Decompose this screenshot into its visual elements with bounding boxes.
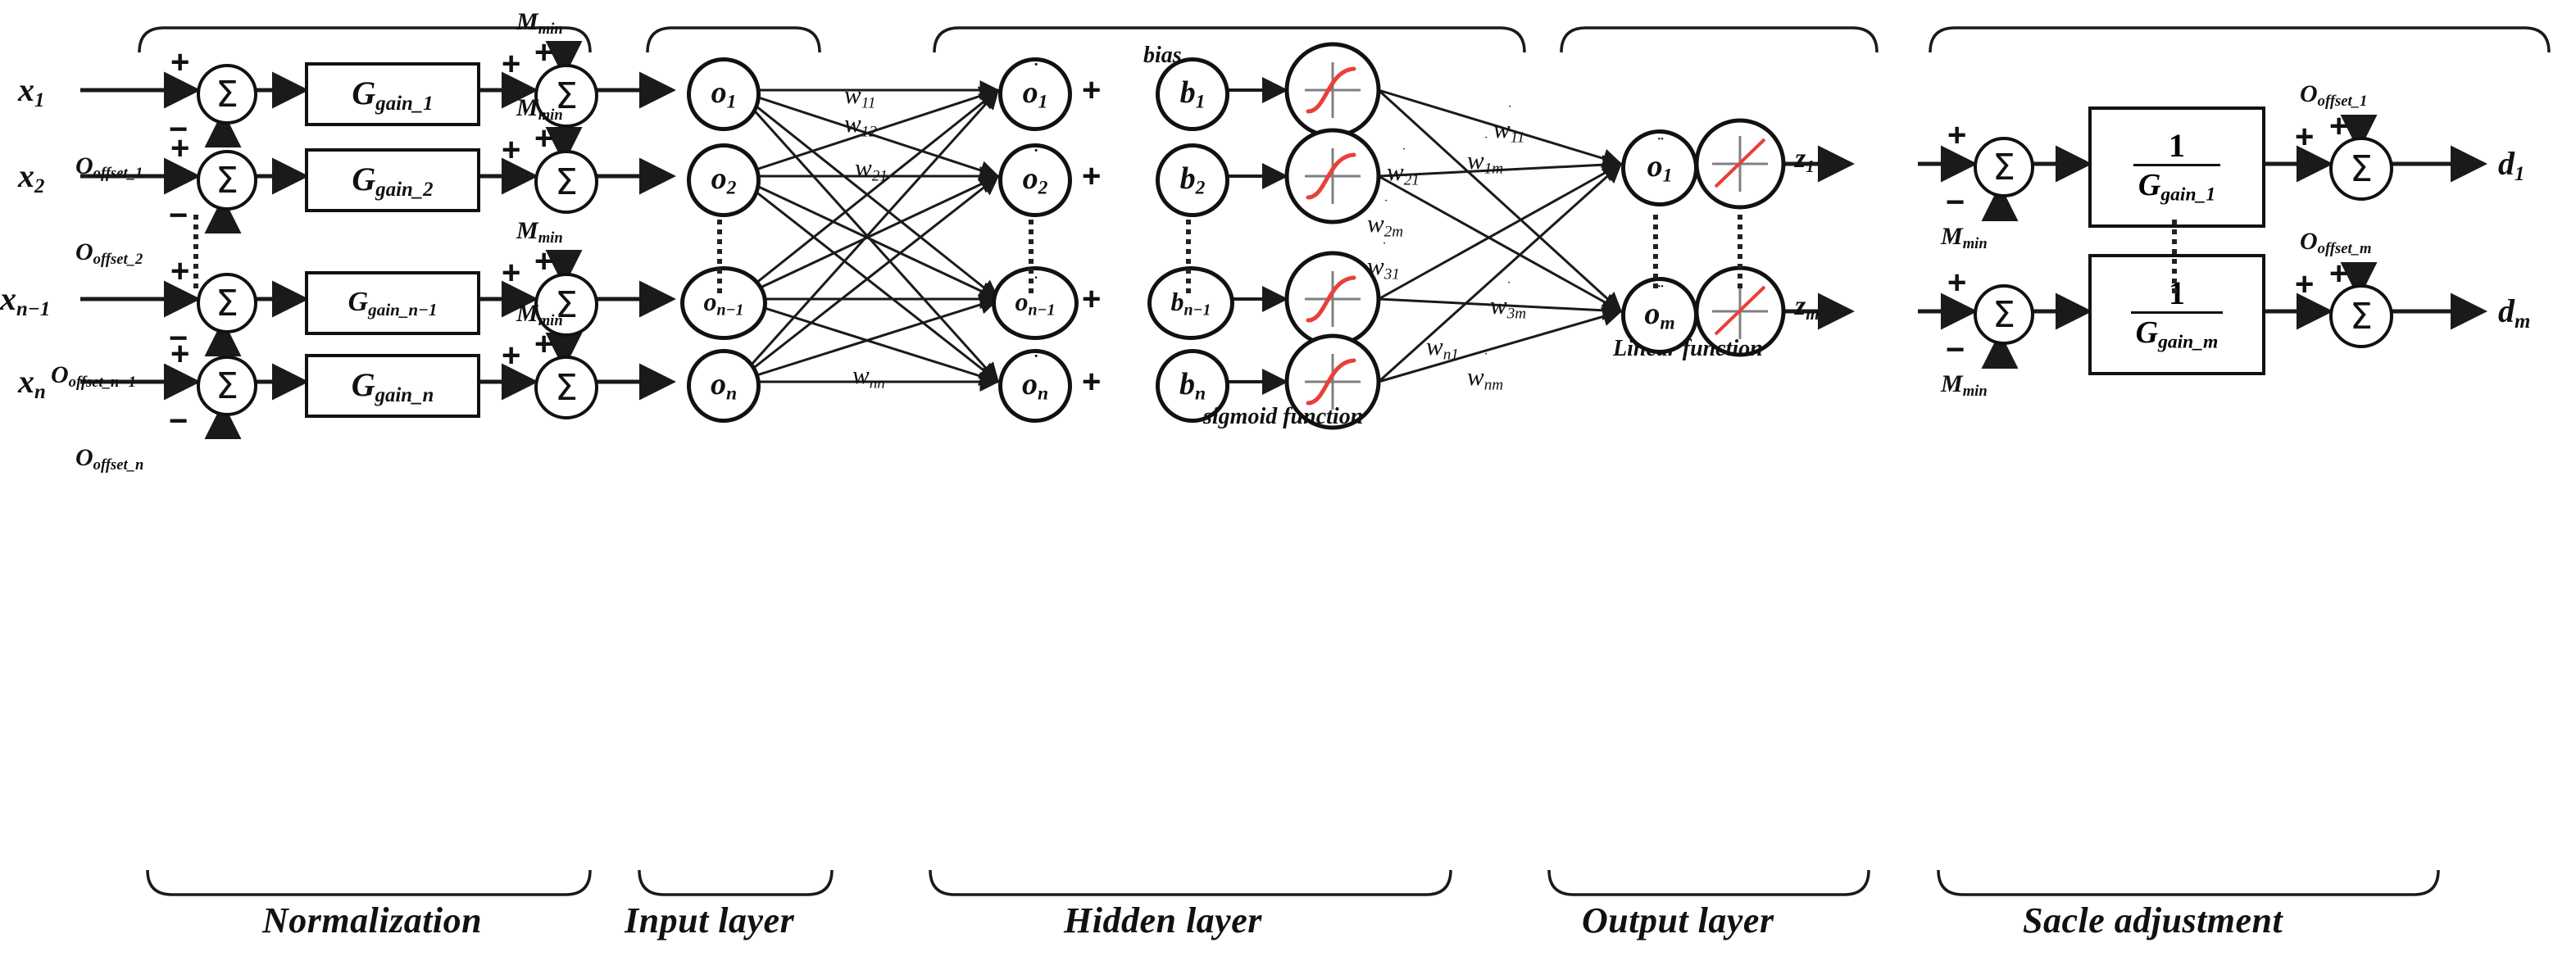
sum-node-final-1[interactable]: Σ [2329,137,2393,201]
linear-icon-1 [1694,118,1786,210]
plus-sign-scale-1: + [1947,117,1967,153]
section-label-normalization: Normalization [262,900,483,941]
plus-sign-final-in-2: + [2295,266,2315,302]
weight-label-wdot11: ˙ w11 [1493,102,1525,147]
scale-offset-label-2: Ooffset_m [2300,228,2372,258]
vertical-ellipsis-bias [1186,220,1191,293]
diagram-canvas: x1 x2 xn−1 xn Σ Σ Σ Σ + + + + − − − − Oo… [0,0,2576,970]
inverse-gain-box-2[interactable]: 1 Ggain_m [2088,254,2265,375]
sigmoid-icon-3 [1284,251,1381,347]
vertical-ellipsis-output-layer [1653,215,1658,288]
section-label-input-layer: Input layer [625,900,795,941]
plus-sign-scale-2: + [1947,265,1967,301]
sum-node-scale-2[interactable]: Σ [1974,284,2034,345]
inverse-gain-denominator-1: Ggain_1 [2138,167,2216,206]
mmin-label-scale-1: Mmin [1941,223,1988,253]
weight-label-wdot31: ˙ w31 [1367,238,1400,283]
z-signal-label-2: zm [1795,291,1820,324]
weight-label-wdot21: ˙ w21 [1387,144,1420,189]
vertical-ellipsis-normalization [193,215,198,288]
minus-sign-scale-2: − [1946,332,1965,368]
minus-sign-scale-1: − [1946,184,1965,220]
output-node-label-2: ¨ om [1644,280,1675,334]
vertical-ellipsis-hidden-layer [1029,220,1034,293]
weight-label-wdot1m: ˙ w1m [1467,133,1504,178]
inverse-gain-fraction-1: 1 Ggain_1 [2133,126,2221,206]
weight-label-wdot2m: ˙ w2m [1367,196,1404,241]
output-signal-d1: d1 [2498,145,2525,185]
plus-sign-final-top-1: + [2329,108,2349,144]
vertical-ellipsis-input-layer [717,220,722,293]
weight-label-wdotnm: ˙ wnm [1467,349,1504,394]
sigmoid-icon-2 [1284,128,1381,224]
section-label-scale-adjustment: Sacle adjustment [2023,900,2283,941]
output-node-2[interactable]: ¨ om [1621,277,1698,354]
sum-node-scale-1[interactable]: Σ [1974,137,2034,197]
sigmoid-icon-1 [1284,42,1381,138]
output-node-1[interactable]: ¨ o1 [1621,129,1698,206]
plus-sign-final-in-1: + [2295,119,2315,155]
sigmoid-function-label: sigmoid function [1203,404,1364,429]
inverse-gain-box-1[interactable]: 1 Ggain_1 [2088,107,2265,228]
inverse-gain-numerator-1: 1 [2169,126,2185,164]
vertical-ellipsis-linear [1738,215,1742,288]
section-label-output-layer: Output layer [1582,900,1774,941]
mmin-label-scale-2: Mmin [1941,370,1988,401]
weight-label-wdot3m: ˙ w3m [1490,278,1527,323]
output-node-label-1: ¨ o1 [1647,133,1673,187]
vertical-ellipsis-scale [2172,220,2177,293]
sigmoid-icon-group [1284,42,1381,430]
output-signal-dm: dm [2498,292,2531,333]
sum-node-final-2[interactable]: Σ [2329,284,2393,348]
section-label-hidden-layer: Hidden layer [1064,900,1262,941]
scale-offset-label-1: Ooffset_1 [2300,80,2368,111]
plus-sign-final-top-2: + [2329,256,2349,292]
inverse-gain-denominator-2: Ggain_m [2135,315,2219,353]
z-signal-label-1: z1 [1795,143,1815,176]
weight-label-wdotn1: ˙ wn1 [1426,319,1459,364]
